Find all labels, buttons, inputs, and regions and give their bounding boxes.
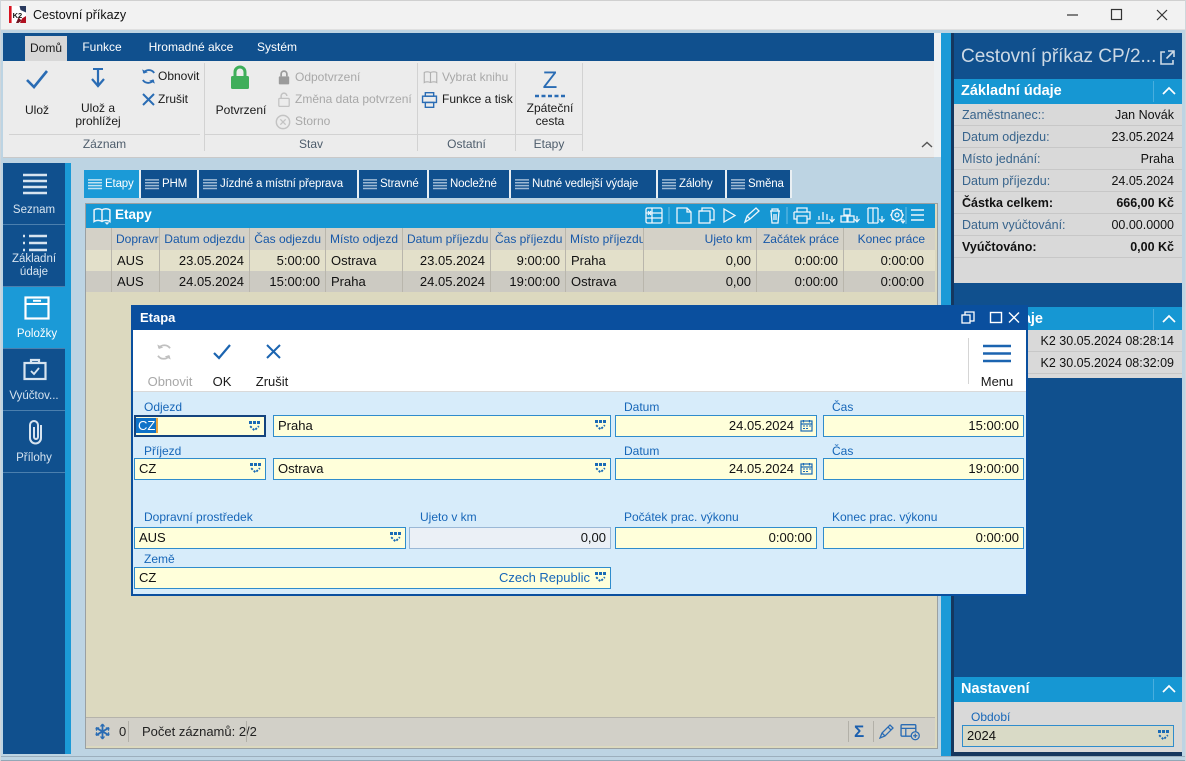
svg-text:K2: K2 [13,11,23,20]
